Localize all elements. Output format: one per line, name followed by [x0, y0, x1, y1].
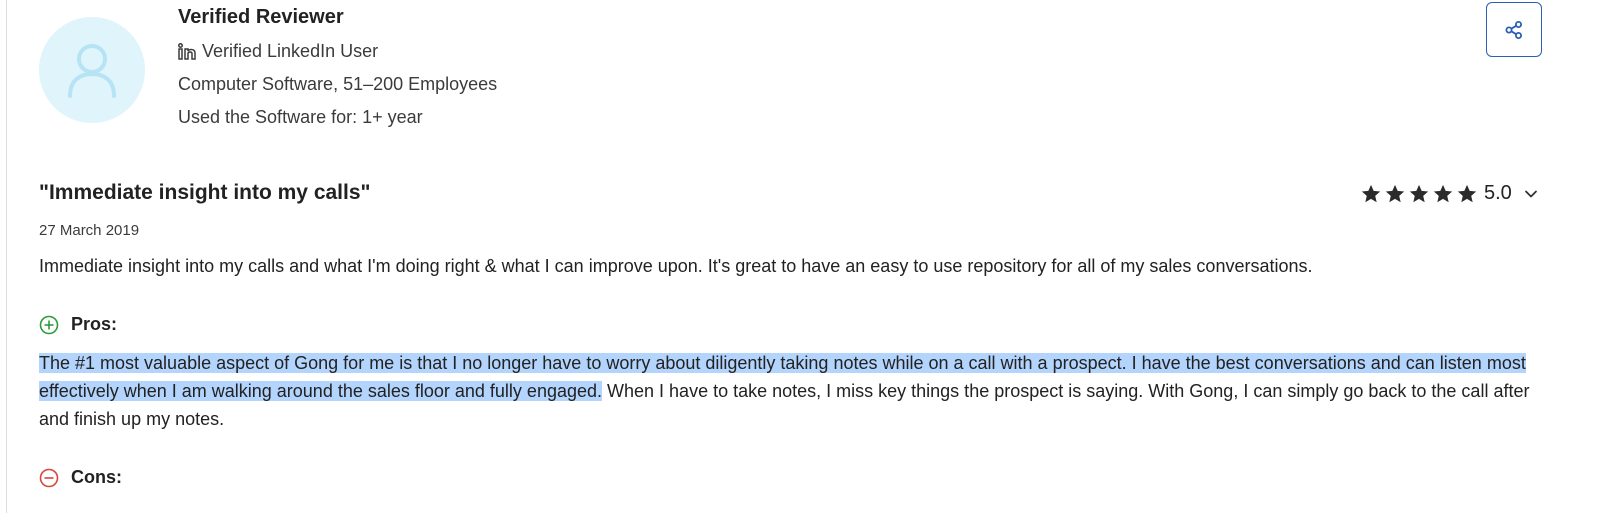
star-icon [1361, 184, 1381, 202]
pros-label: Pros: [71, 314, 118, 334]
share-button[interactable] [1486, 2, 1542, 57]
star-icon [1409, 184, 1429, 202]
review-card: Verified Reviewer Verified LinkedIn User… [6, 0, 1600, 513]
review-summary: Immediate insight into my calls and what… [39, 256, 1313, 276]
reviewer-verification: Verified LinkedIn User [178, 41, 378, 62]
share-icon [1505, 20, 1522, 39]
rating: 5.0 [1360, 182, 1538, 205]
minus-circle-icon [39, 468, 59, 487]
rating-value: 5.0 [1484, 182, 1512, 204]
cons-label: Cons: [71, 467, 122, 487]
star-icon [1433, 184, 1453, 202]
star-rating [1360, 183, 1480, 205]
star-icon [1385, 184, 1405, 202]
chevron-down-icon[interactable] [1524, 187, 1538, 201]
reviewer-company: Computer Software, 51–200 Employees [178, 74, 498, 94]
reviewer-usage: Used the Software for: 1+ year [178, 107, 423, 127]
verification-text: Verified LinkedIn User [202, 41, 379, 61]
plus-circle-icon [39, 315, 59, 334]
avatar [39, 17, 145, 123]
person-icon [68, 44, 116, 98]
review-title: "Immediate insight into my calls" [39, 181, 371, 204]
reviewer-name: Verified Reviewer [178, 6, 344, 28]
linkedin-icon [178, 42, 196, 61]
cons-heading: Cons: [39, 467, 122, 488]
pros-heading: Pros: [39, 314, 117, 335]
star-icon [1457, 184, 1477, 202]
review-date: 27 March 2019 [39, 222, 140, 239]
pros-text: The #1 most valuable aspect of Gong for … [39, 349, 1549, 433]
